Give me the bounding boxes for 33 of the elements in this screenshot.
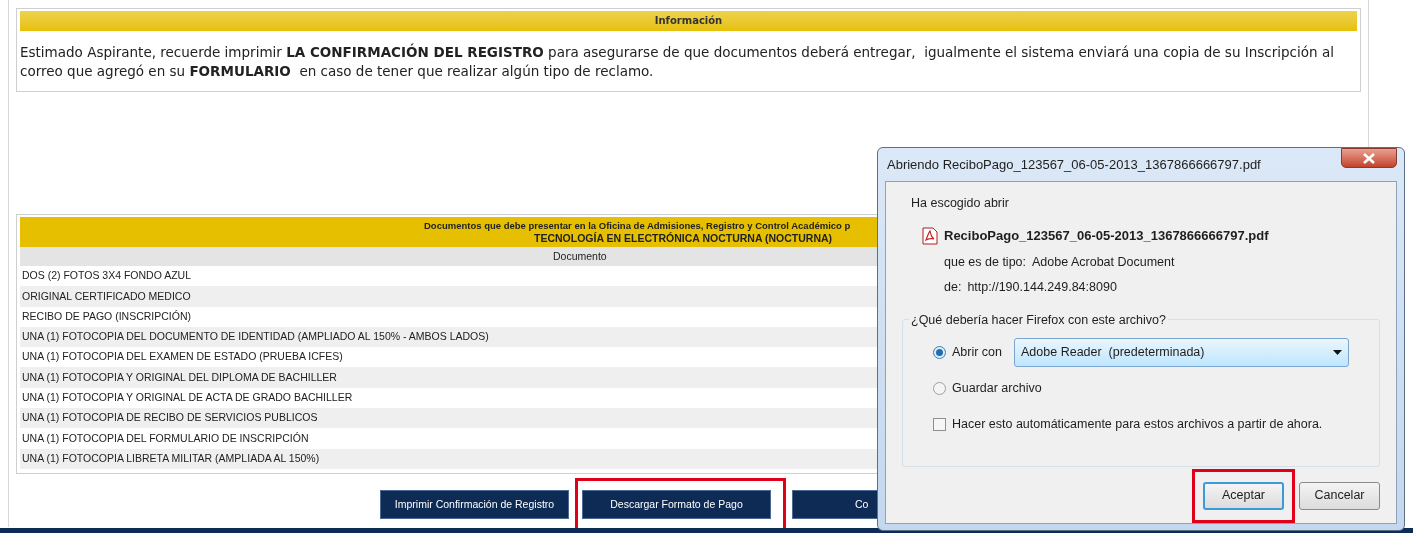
type-value: Adobe Acrobat Document xyxy=(1032,254,1175,272)
file-name: ReciboPago_123567_06-05-2013_1367866666797.pdf xyxy=(944,226,1269,245)
table-cell-text: UNA (1) FOTOCOPIA DEL FORMULARIO DE INSCRIPCIÓN xyxy=(22,430,309,446)
radio-option[interactable]: Guardar archivo xyxy=(933,374,1042,403)
table-cell: DOS (2) FOTOS 3X4 FONDO AZUL xyxy=(22,268,191,284)
auto-checkbox[interactable]: Hacer esto automáticamente para estos archivos a partir de ahora. xyxy=(933,414,1323,434)
close-icon xyxy=(1362,152,1376,164)
table-cell-text: RECIBO DE PAGO (INSCRIPCIÓN) xyxy=(22,308,191,324)
dialog-button[interactable]: Aceptar xyxy=(1203,481,1284,510)
dialog-button[interactable]: Cancelar xyxy=(1299,481,1380,510)
window-title: Abriendo ReciboPago_123567_06-05-2013_1367866666797.pdf xyxy=(886,155,1261,174)
documents-title: Documentos que debe presentar en la Oficina de Admisiones, Registro y Control Académico p xyxy=(424,220,851,232)
type-label: que es de tipo: xyxy=(944,254,1026,272)
info-message: Estimado Aspirante, recuerde imprimir LA CONFIRMACIÓN DEL REGISTRO para asegurarse de que documentos deberá entregar, igualmente el sistema enviará una copia de su Inscripción al correo que agregó en su FORMULARIO en caso de tener que realizar algún tipo de reclamo. xyxy=(20,43,1335,81)
source-url: http://190.144.249.84:8090 xyxy=(967,279,1117,296)
table-cell-text: UNA (1) FOTOCOPIA LIBRETA MILITAR (AMPLIADA AL 150%) xyxy=(22,450,320,466)
table-cell: UNA (1) FOTOCOPIA DEL DOCUMENTO DE IDENTIDAD (AMPLIADO AL 150% - AMBOS LADOS) xyxy=(22,329,489,345)
table-cell-text: ORIGINAL CERTIFICADO MEDICO xyxy=(22,288,191,304)
program-name: TECNOLOGÍA EN ELECTRÓNICA NOCTURNA (NOCTURNA) xyxy=(533,232,833,244)
panel-title: Información xyxy=(20,11,1357,31)
application-dropdown[interactable]: Adobe Reader (predeterminada) xyxy=(1014,337,1349,367)
table-cell-text: UNA (1) FOTOCOPIA Y ORIGINAL DEL DIPLOMA DE BACHILLER xyxy=(22,369,337,385)
source-label: de: xyxy=(944,279,962,296)
close-button[interactable] xyxy=(1341,148,1397,168)
table-cell: UNA (1) FOTOCOPIA Y ORIGINAL DE ACTA DE GRADO BACHILLER xyxy=(22,390,353,406)
action-button[interactable]: Descargar Formato de Pago xyxy=(582,489,771,519)
column-header: Documento xyxy=(553,248,607,264)
intro-text: Ha escogido abrir xyxy=(910,195,1010,212)
table-cell-text: UNA (1) FOTOCOPIA DEL EXAMEN DE ESTADO (PRUEBA ICFES) xyxy=(22,349,343,365)
pdf-file-icon xyxy=(922,226,938,245)
table-cell-text: UNA (1) FOTOCOPIA DE RECIBO DE SERVICIOS PUBLICOS xyxy=(22,410,318,426)
radio-option[interactable]: Abrir con xyxy=(933,338,1003,367)
action-button[interactable]: Imprimir Confirmación de Registro xyxy=(380,489,569,519)
